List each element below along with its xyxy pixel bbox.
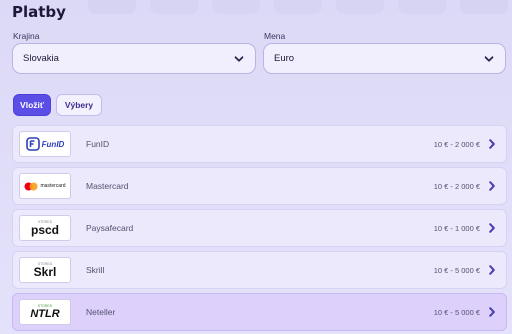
mastercard-logo: mastercard — [19, 173, 71, 199]
funid-logo-icon — [25, 137, 40, 151]
chevron-right-icon — [486, 306, 498, 318]
neteller-logo-text: NTLR — [30, 308, 60, 320]
paysafecard-logo: STORED pscd — [19, 215, 71, 241]
mastercard-logo-text: mastercard — [40, 183, 66, 189]
method-range: 10 € - 5 000 € — [433, 265, 480, 275]
method-range: 10 € - 2 000 € — [433, 181, 480, 191]
tab-deposit[interactable]: Vložiť — [13, 94, 51, 116]
currency-select[interactable]: Euro — [263, 43, 506, 74]
skrill-logo-text: Skrl — [33, 265, 57, 279]
payment-method-paysafecard[interactable]: STORED pscd Paysafecard 10 € - 1 000 € — [12, 209, 507, 247]
header-decoration — [88, 0, 508, 14]
country-label: Krajina — [13, 31, 40, 41]
chevron-right-icon — [486, 264, 498, 276]
method-name: Mastercard — [86, 181, 129, 191]
method-range: 10 € - 2 000 € — [433, 139, 480, 149]
payment-method-mastercard[interactable]: mastercard Mastercard 10 € - 2 000 € — [12, 167, 507, 205]
chevron-down-icon — [483, 53, 495, 65]
chevron-right-icon — [486, 222, 498, 234]
payment-method-skrill[interactable]: STORED Skrl Skrill 10 € - 5 000 € — [12, 251, 507, 289]
funid-logo: FunID — [19, 131, 71, 157]
page-title: Platby — [12, 3, 66, 21]
skrill-logo: STORED Skrl — [19, 257, 71, 283]
method-name: Skrill — [86, 265, 105, 275]
method-name: Neteller — [86, 307, 116, 317]
mastercard-circles-icon — [24, 182, 38, 190]
payment-method-funid[interactable]: FunID FunID 10 € - 2 000 € — [12, 125, 507, 163]
chevron-down-icon — [233, 53, 245, 65]
chevron-right-icon — [486, 180, 498, 192]
method-name: Paysafecard — [86, 223, 134, 233]
chevron-right-icon — [486, 138, 498, 150]
neteller-logo: STORED NTLR — [19, 299, 71, 325]
method-name: FunID — [86, 139, 110, 149]
country-value: Slovakia — [23, 53, 59, 64]
tab-withdrawals[interactable]: Výbery — [56, 94, 102, 116]
method-range: 10 € - 1 000 € — [433, 223, 480, 233]
paysafecard-logo-text: pscd — [30, 223, 59, 237]
funid-logo-text: FunID — [41, 139, 65, 149]
method-range: 10 € - 5 000 € — [433, 307, 480, 317]
currency-value: Euro — [274, 53, 295, 64]
country-select[interactable]: Slovakia — [12, 43, 256, 74]
payment-method-neteller[interactable]: STORED NTLR Neteller 10 € - 5 000 € — [12, 293, 507, 331]
currency-label: Mena — [264, 31, 286, 41]
